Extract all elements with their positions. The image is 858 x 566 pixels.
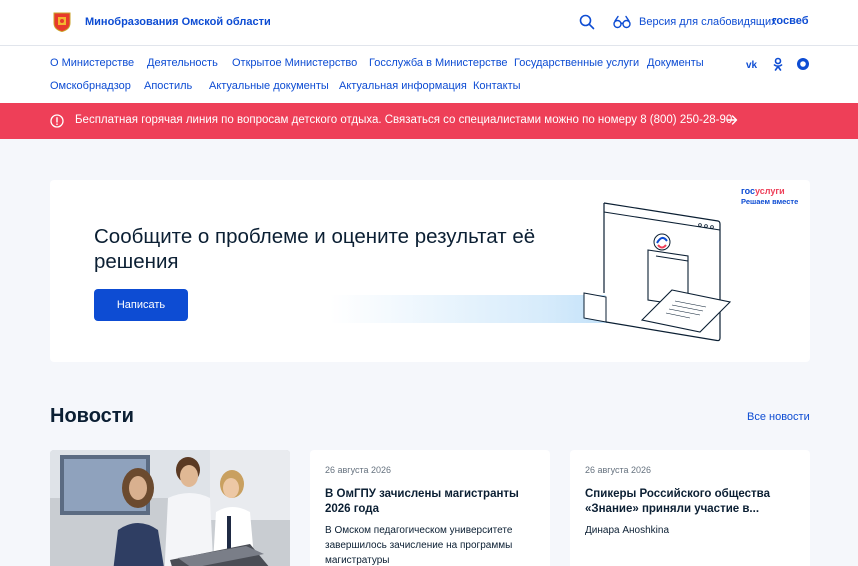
arrow-right-icon[interactable] (726, 114, 738, 126)
nav-item-public-services[interactable]: Государственные услуги (514, 57, 639, 69)
gosweb-link[interactable]: госвеб (772, 15, 809, 27)
news-excerpt: В Омском педагогическом университете зав… (325, 525, 513, 566)
banner-title: Сообщите о проблеме и оцените результат … (94, 225, 536, 273)
max-messenger-icon[interactable] (796, 57, 810, 71)
nav-item-civil-service[interactable]: Госслужба в Министерстве (369, 57, 508, 69)
news-title[interactable]: В ОмГПУ зачислены магистранты 2026 года (325, 487, 540, 517)
vk-icon[interactable]: vk (746, 57, 760, 71)
news-section-title: Новости (50, 405, 134, 427)
nav-item-open-ministry[interactable]: Открытое Министерство (232, 57, 357, 69)
hotline-banner[interactable]: Бесплатная горячая линия по вопросам дет… (0, 103, 858, 139)
nav-item-about[interactable]: О Министерстве (50, 57, 134, 69)
news-card[interactable]: 26 августа 2026 В ОмГПУ зачислены магист… (310, 450, 550, 566)
gosuslugi-logo-part1: гос (741, 186, 756, 196)
coat-of-arms-icon[interactable] (53, 12, 71, 32)
info-icon (50, 114, 64, 128)
odnoklassniki-icon[interactable] (771, 57, 785, 71)
hotline-text: Бесплатная горячая линия по вопросам дет… (75, 114, 733, 126)
nav-item-contacts[interactable]: Контакты (473, 80, 521, 92)
news-date: 26 августа 2026 (325, 465, 392, 475)
svg-text:vk: vk (746, 60, 758, 71)
all-news-link[interactable]: Все новости (747, 411, 810, 423)
gosuslugi-logo[interactable]: госуслуги (741, 186, 785, 196)
nav-item-current-info[interactable]: Актуальная информация (339, 80, 467, 92)
nav-item-apostille[interactable]: Апостиль (144, 80, 192, 92)
nav-item-omskobrnadzor[interactable]: Омскобрнадзор (50, 80, 131, 92)
nav-item-documents[interactable]: Документы (647, 57, 704, 69)
news-title[interactable]: Спикеры Российского общества «Знание» пр… (585, 487, 800, 517)
feedback-banner: Сообщите о проблеме и оцените результат … (50, 180, 810, 362)
laptop-document-illustration (583, 202, 732, 342)
news-card[interactable]: 26 августа 2026 Спикеры Российского обще… (570, 450, 810, 566)
news-photo[interactable] (50, 450, 290, 566)
nav-item-activity[interactable]: Деятельность (147, 57, 218, 69)
search-icon[interactable] (579, 14, 595, 30)
news-date: 26 августа 2026 (585, 465, 652, 475)
main-navigation: О Министерстве Деятельность Открытое Мин… (0, 46, 858, 103)
site-header: Минобразования Омской области Версия для… (0, 0, 858, 46)
gosuslugi-slogan: Решаем вместе (741, 197, 799, 206)
news-excerpt: Динара Аноshkina (585, 525, 670, 536)
gosuslugi-logo-part2: услуги (755, 186, 785, 196)
visually-impaired-link[interactable]: Версия для слабовидящих (639, 16, 777, 28)
site-title[interactable]: Минобразования Омской области (85, 16, 271, 28)
write-button[interactable]: Написать (94, 289, 188, 321)
nav-item-current-documents[interactable]: Актуальные документы (209, 80, 329, 92)
glasses-icon[interactable] (613, 15, 631, 29)
